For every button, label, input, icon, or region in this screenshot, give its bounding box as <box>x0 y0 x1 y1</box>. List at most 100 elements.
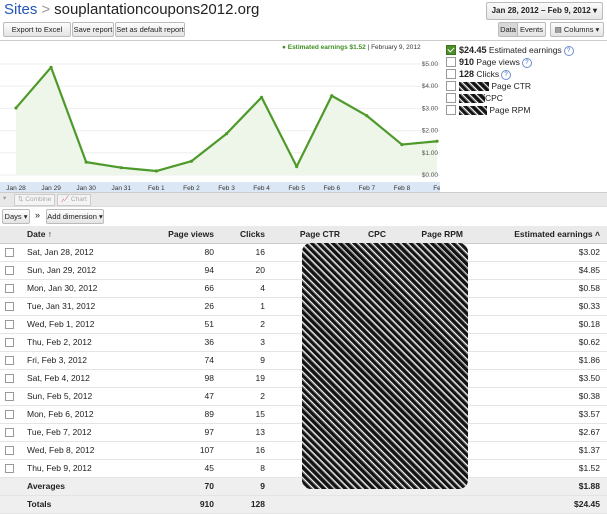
metric-page-rpm[interactable]: Page RPM <box>446 104 530 116</box>
row-checkbox[interactable] <box>5 392 14 401</box>
row-checkbox[interactable] <box>5 338 14 347</box>
row-checkbox[interactable] <box>5 428 14 437</box>
row-checkbox[interactable] <box>5 302 14 311</box>
chart-button[interactable]: 📈 Chart <box>57 194 91 206</box>
cell-clicks: 8 <box>260 463 265 473</box>
dimension-separator: » <box>35 210 41 220</box>
cell-pageviews: 89 <box>204 409 214 419</box>
help-icon[interactable]: ? <box>501 69 512 80</box>
clicks-checkbox[interactable] <box>446 68 456 79</box>
cell-date: Wed, Feb 1, 2012 <box>27 319 95 329</box>
y-tick-label: $4.00 <box>422 83 439 90</box>
cell-pageviews: 36 <box>204 337 214 347</box>
cell-pageviews: 107 <box>199 445 214 455</box>
help-icon[interactable]: ? <box>521 57 532 68</box>
cell-earnings: $3.02 <box>578 247 600 257</box>
cell-date: Sat, Jan 28, 2012 <box>27 247 94 257</box>
metric-clicks[interactable]: 128 Clicks? <box>446 68 512 80</box>
row-checkbox[interactable] <box>5 446 14 455</box>
col-date[interactable]: Date ↑ <box>27 226 52 243</box>
col-pageviews[interactable]: Page views <box>168 226 214 243</box>
cell-clicks: 16 <box>255 445 265 455</box>
x-tick-label: Feb 4 <box>253 185 270 192</box>
days-dropdown[interactable]: Days ▾ <box>2 209 30 224</box>
x-tick-label: Feb 8 <box>394 185 411 192</box>
cell-clicks: 20 <box>255 265 265 275</box>
cell-pageviews: 910 <box>199 499 214 509</box>
x-tick-label: Feb 6 <box>323 185 340 192</box>
row-checkbox[interactable] <box>5 266 14 275</box>
rpm-checkbox[interactable] <box>446 104 456 115</box>
cell-date: Tue, Jan 31, 2012 <box>27 301 96 311</box>
pageviews-label: Page views <box>476 57 520 67</box>
cell-clicks: 3 <box>260 337 265 347</box>
metric-page-ctr[interactable]: Page CTR <box>446 80 531 92</box>
metric-page-views[interactable]: 910 Page views? <box>446 56 532 68</box>
x-tick-label: Feb 1 <box>148 185 165 192</box>
set-default-report-button[interactable]: Set as default report <box>115 22 185 37</box>
cell-clicks: 128 <box>250 499 265 509</box>
columns-dropdown[interactable]: ▤ Columns ▾ <box>550 22 604 37</box>
add-dimension-dropdown[interactable]: Add dimension ▾ <box>46 209 104 224</box>
cpc-label: CPC <box>485 93 503 103</box>
cell-clicks: 9 <box>260 481 265 491</box>
cell-date: Thu, Feb 9, 2012 <box>27 463 92 473</box>
y-tick-label: $2.00 <box>422 128 439 135</box>
cell-date: Fri, Feb 3, 2012 <box>27 355 88 365</box>
cell-pageviews: 47 <box>204 391 214 401</box>
x-tick-label: Feb 2 <box>183 185 200 192</box>
pageviews-checkbox[interactable] <box>446 56 456 67</box>
cell-date: Sat, Feb 4, 2012 <box>27 373 90 383</box>
x-tick-label: Jan 29 <box>41 185 61 192</box>
breadcrumb-sites-link[interactable]: Sites <box>4 1 37 18</box>
x-tick-label: Feb 3 <box>218 185 235 192</box>
col-cpc[interactable]: CPC <box>368 226 386 243</box>
redacted-value <box>459 82 489 92</box>
cell-date: Sun, Jan 29, 2012 <box>27 265 97 275</box>
cell-date: Thu, Feb 2, 2012 <box>27 337 92 347</box>
cell-date: Totals <box>27 499 52 509</box>
help-icon[interactable]: ? <box>563 45 574 56</box>
row-checkbox[interactable] <box>5 464 14 473</box>
date-range-picker[interactable]: Jan 28, 2012 – Feb 9, 2012 ▾ <box>485 2 603 20</box>
cell-clicks: 13 <box>255 427 265 437</box>
x-tick-label: Feb 7 <box>359 185 376 192</box>
data-point <box>119 166 123 170</box>
earnings-checkbox[interactable] <box>446 44 456 55</box>
tab-events[interactable]: Events <box>517 22 546 37</box>
row-checkbox[interactable] <box>5 248 14 257</box>
row-checkbox[interactable] <box>5 284 14 293</box>
metric-cpc[interactable]: CPC <box>446 92 503 104</box>
ctr-label: Page CTR <box>491 81 532 91</box>
cell-date: Sun, Feb 5, 2012 <box>27 391 93 401</box>
col-earnings[interactable]: Estimated earnings ˄ <box>514 226 600 243</box>
col-rpm[interactable]: Page RPM <box>421 226 463 243</box>
cell-earnings: $0.18 <box>578 319 600 329</box>
report-toolbar: Export to Excel CSV Save report Set as d… <box>0 22 607 47</box>
ctr-checkbox[interactable] <box>446 80 456 91</box>
breadcrumb: Sites > souplantationcoupons2012.org <box>4 1 259 18</box>
row-checkbox[interactable] <box>5 320 14 329</box>
y-tick-label: $3.00 <box>422 105 439 112</box>
tab-data[interactable]: Data <box>498 22 518 37</box>
metric-estimated-earnings[interactable]: $24.45 Estimated earnings? <box>446 44 574 56</box>
cell-clicks: 2 <box>260 391 265 401</box>
export-csv-button[interactable]: Export to Excel CSV <box>3 22 71 47</box>
cpc-checkbox[interactable] <box>446 92 456 103</box>
earnings-label: Estimated earnings <box>488 45 562 55</box>
col-ctr[interactable]: Page CTR <box>300 226 340 243</box>
row-checkbox[interactable] <box>5 356 14 365</box>
col-clicks[interactable]: Clicks <box>240 226 265 243</box>
cell-pageviews: 70 <box>204 481 214 491</box>
row-checkbox[interactable] <box>5 374 14 383</box>
totals-row: Totals 910 128 $24.45 <box>0 496 607 514</box>
filter-icon[interactable]: ▾ <box>3 194 6 204</box>
x-tick-label: Jan 30 <box>76 185 96 192</box>
cell-clicks: 1 <box>260 301 265 311</box>
row-checkbox[interactable] <box>5 410 14 419</box>
save-report-button[interactable]: Save report <box>72 22 114 37</box>
chart-canvas[interactable]: $5.00 $4.00 $3.00 $2.00 $1.00 $0.00 Jan 28 Jan … <box>0 41 440 193</box>
cell-date: Mon, Jan 30, 2012 <box>27 283 98 293</box>
combine-button[interactable]: ⇅ Combine <box>14 194 56 206</box>
x-tick-label: Jan 31 <box>111 185 131 192</box>
